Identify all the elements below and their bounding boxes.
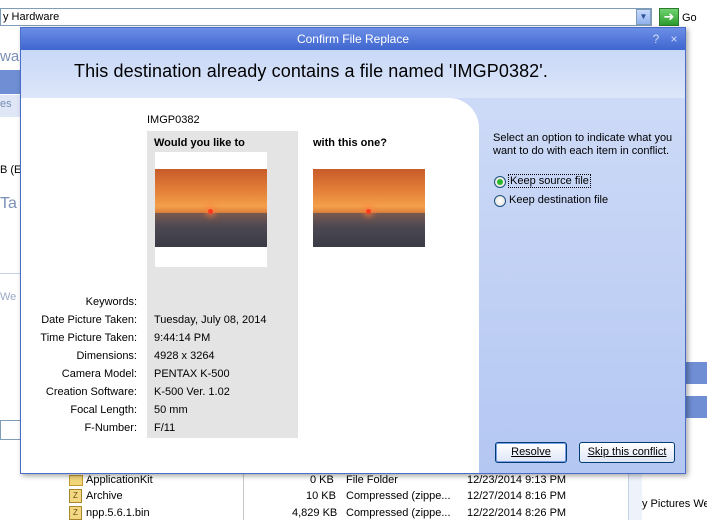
left-pane-text: wa [0,48,20,65]
destination-thumbnail[interactable] [313,169,425,247]
folder-icon [69,475,83,486]
dialog-title: Confirm File Replace [296,32,410,46]
property-value: F/11 [154,422,176,434]
right-pane-band [686,362,707,384]
help-icon[interactable]: ? [649,31,663,47]
file-date: 12/27/2014 8:16 PM [467,490,567,502]
address-dropdown-icon[interactable]: ▼ [636,9,651,25]
go-button-label[interactable]: Go [682,12,697,24]
source-thumbnail[interactable] [155,152,267,267]
photo-sun [208,209,213,214]
file-type: Compressed (zippe... [346,507,451,519]
file-list: ApplicationKit 0 KB File Folder 12/23/20… [60,472,630,520]
property-label: Focal Length: [70,404,137,416]
list-item[interactable]: Z npp.5.6.1.bin 4,829 KB Compressed (zip… [60,505,630,521]
file-date: 12/23/2014 9:13 PM [467,474,567,486]
dialog-titlebar[interactable]: Confirm File Replace ? × [21,28,685,50]
close-icon[interactable]: × [667,31,681,47]
file-name: Archive [86,490,123,502]
destination-heading: with this one? [313,137,387,149]
left-pane-text: Ta [0,195,17,212]
left-pane-text: B (E [0,164,22,176]
file-date: 12/22/2014 8:26 PM [467,507,567,519]
photo-sea [155,212,267,247]
source-heading: Would you like to [154,137,245,149]
resolve-button[interactable]: Resolve [495,442,567,463]
sunset-photo-image [155,169,267,247]
property-label: Keywords: [85,296,137,308]
right-pane [686,26,707,520]
radio-button[interactable] [494,195,506,207]
photo-sun [366,209,371,214]
zip-folder-icon: Z [69,489,82,503]
address-bar[interactable]: y Hardware [0,8,652,26]
radio-button[interactable] [494,176,506,188]
keep-source-label[interactable]: Keep source file [508,174,591,188]
file-size: 10 KB [306,490,336,502]
conflict-file-name: IMGP0382 [147,114,200,126]
property-label: Dimensions: [76,350,137,362]
confirm-file-replace-dialog: Confirm File Replace ? × This destinatio… [20,27,686,474]
left-pane-divider [0,273,22,274]
property-value: PENTAX K-500 [154,368,230,380]
left-pane-text: We [0,291,17,303]
instruction-text: Select an option to indicate what you wa… [493,132,673,157]
right-pane-band [686,396,707,418]
left-pane-header [0,70,22,94]
list-item[interactable]: Z Archive 10 KB Compressed (zippe... 12/… [60,488,630,504]
file-size: 0 KB [310,474,334,486]
conflict-message: This destination already contains a file… [74,61,548,81]
property-value: Tuesday, July 08, 2014 [154,314,267,326]
property-value: 50 mm [154,404,188,416]
property-label: Creation Software: [45,386,137,398]
property-label: Date Picture Taken: [41,314,137,326]
property-value: 9:44:14 PM [154,332,211,344]
address-text: y Hardware [3,11,60,23]
file-type: File Folder [346,474,398,486]
file-type: Compressed (zippe... [346,490,451,502]
property-value: K-500 Ver. 1.02 [154,386,230,398]
right-pane-text: y Pictures We [642,498,707,510]
column-divider[interactable] [243,472,244,520]
skip-conflict-button[interactable]: Skip this conflict [579,442,675,463]
list-scrollbar[interactable] [628,472,642,520]
property-label: F-Number: [84,422,137,434]
keep-destination-label[interactable]: Keep destination file [509,194,608,206]
radio-selected-dot [497,179,503,185]
file-name: npp.5.6.1.bin [86,507,150,519]
file-name: ApplicationKit [86,474,153,486]
go-arrow-icon[interactable]: ➜ [659,8,679,26]
photo-sea [313,212,425,247]
left-pane-text: es [0,98,12,110]
zip-folder-icon: Z [69,506,82,520]
list-item[interactable]: ApplicationKit 0 KB File Folder 12/23/20… [60,472,630,488]
property-label: Time Picture Taken: [40,332,137,344]
property-label: Camera Model: [61,368,137,380]
file-size: 4,829 KB [292,507,338,519]
property-value: 4928 x 3264 [154,350,215,362]
